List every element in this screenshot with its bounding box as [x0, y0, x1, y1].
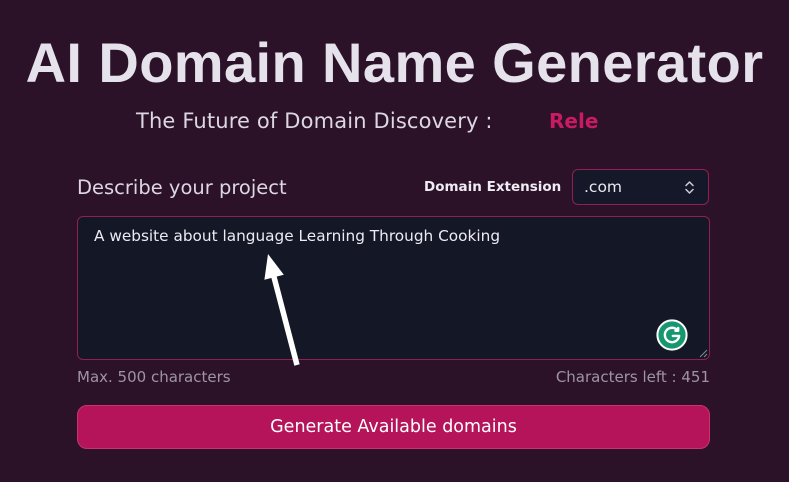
- chars-left-label: Characters left :: [555, 368, 677, 386]
- chevron-up-down-icon: [685, 181, 694, 194]
- grammarly-icon[interactable]: [656, 319, 688, 351]
- extension-selected-value: .com: [584, 178, 623, 196]
- description-field: A website about language Learning Throug…: [77, 216, 710, 360]
- chars-left-value: 451: [681, 368, 710, 386]
- max-chars-hint: Max. 500 characters: [77, 368, 231, 386]
- page-title: AI Domain Name Generator: [25, 31, 764, 94]
- chars-left-counter: Characters left : 451: [556, 370, 710, 385]
- generate-domains-button[interactable]: Generate Available domains: [77, 405, 710, 449]
- resize-grip-icon[interactable]: [698, 348, 708, 358]
- extension-select[interactable]: .com: [572, 169, 709, 205]
- description-label: Describe your project: [77, 176, 287, 199]
- extension-label: Domain Extension: [424, 178, 562, 195]
- tagline: The Future of Domain Discovery :: [136, 109, 493, 133]
- project-description-input[interactable]: A website about language Learning Throug…: [77, 216, 710, 360]
- tagline-typing-word: Rele: [549, 109, 599, 133]
